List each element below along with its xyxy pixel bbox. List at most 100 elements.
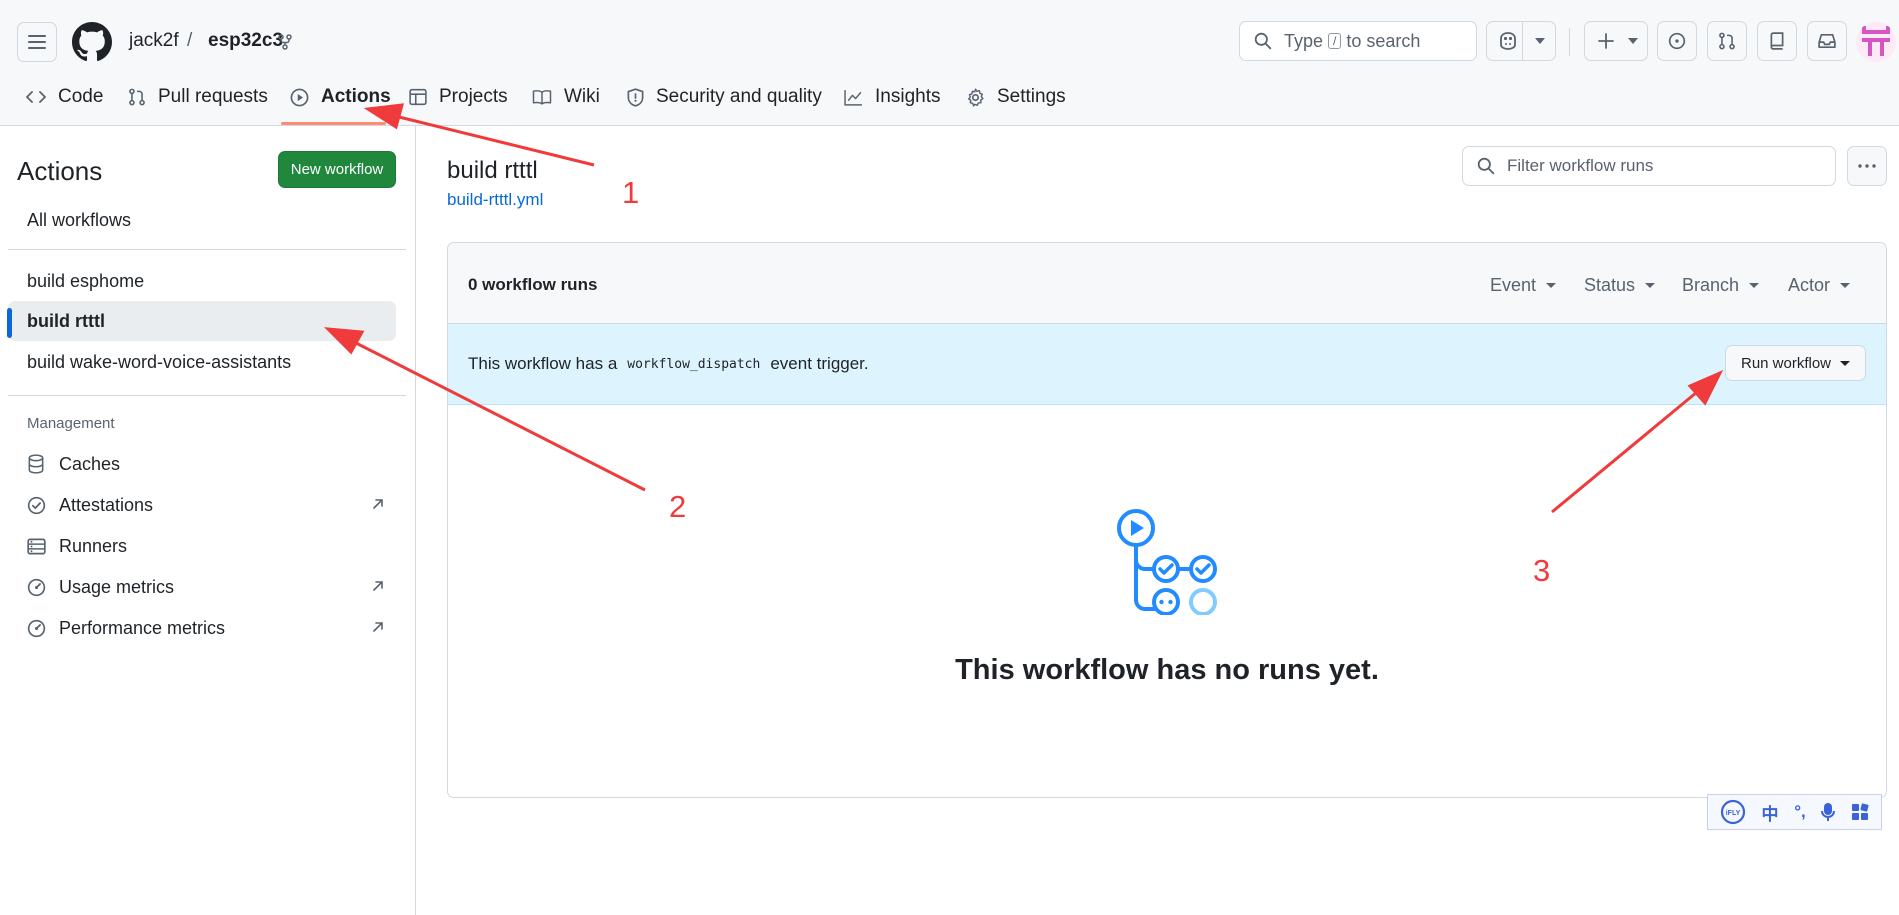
caret-down-icon	[1749, 283, 1760, 288]
tab-wiki[interactable]: Wiki	[532, 84, 600, 110]
dispatch-text-before: This workflow has a	[468, 354, 618, 373]
management-heading: Management	[27, 415, 115, 432]
more-options-button[interactable]	[1847, 146, 1887, 186]
sidebar-item-all-workflows[interactable]: All workflows	[8, 200, 396, 240]
sidebar-item-label: Attestations	[59, 494, 154, 515]
book-icon	[532, 89, 552, 105]
workflow-file-link[interactable]: build-rtttl.yml	[447, 190, 543, 210]
tab-code[interactable]: Code	[26, 84, 103, 110]
filter-label: Actor	[1788, 275, 1831, 295]
filter-label: Status	[1584, 275, 1636, 295]
sidebar-item-attestations[interactable]: Attestations	[8, 487, 396, 523]
filter-actor-dropdown[interactable]: Actor	[1788, 275, 1851, 296]
sidebar-item-usage-metrics[interactable]: Usage metrics	[8, 569, 396, 605]
server-icon	[27, 538, 46, 554]
runs-header: 0 workflow runs Event Status Branch Acto…	[448, 243, 1886, 324]
ime-punctuation-toggle[interactable]: °,	[1794, 802, 1806, 822]
new-workflow-button[interactable]: New workflow	[278, 151, 396, 188]
chevron-down-icon	[1628, 38, 1638, 44]
issues-button[interactable]	[1657, 21, 1697, 61]
gear-icon	[968, 87, 984, 107]
header-divider	[1569, 28, 1570, 56]
copilot-icon	[1500, 32, 1516, 50]
shield-icon	[627, 87, 644, 107]
sidebar-item-runners[interactable]: Runners	[8, 528, 396, 564]
caret-down-icon	[1840, 360, 1851, 366]
pull-requests-button[interactable]	[1707, 21, 1747, 61]
ifly-logo-icon[interactable]: iFLY	[1720, 799, 1746, 825]
tab-label: Insights	[875, 86, 941, 107]
filter-status-dropdown[interactable]: Status	[1584, 275, 1656, 296]
dispatch-event-code: workflow_dispatch	[627, 356, 761, 372]
breadcrumb-repo[interactable]: esp32c3	[208, 30, 283, 52]
tab-settings[interactable]: Settings	[966, 84, 1066, 110]
sidebar-divider	[8, 249, 406, 250]
filter-placeholder: Filter workflow runs	[1507, 156, 1654, 175]
breadcrumb-separator: /	[187, 30, 193, 51]
meter-icon	[27, 619, 46, 637]
sidebar-item-label: Performance metrics	[59, 617, 226, 638]
table-icon	[409, 88, 427, 106]
annotation-label-1: 1	[622, 175, 640, 210]
dispatch-text-after: event trigger.	[770, 354, 869, 373]
search-suffix: to search	[1346, 30, 1421, 51]
run-workflow-button[interactable]: Run workflow	[1725, 345, 1866, 381]
hamburger-icon	[28, 35, 46, 49]
create-new-button[interactable]	[1584, 21, 1648, 61]
filter-branch-dropdown[interactable]: Branch	[1682, 275, 1760, 296]
app-header: jack2f / esp32c3 Type / to search Code P…	[0, 0, 1899, 126]
apps-grid-icon[interactable]	[1851, 803, 1869, 821]
sidebar-item-build-esphome[interactable]: build esphome	[8, 261, 396, 301]
tab-projects[interactable]: Projects	[409, 84, 508, 110]
workflow-illustration-icon	[1117, 509, 1217, 615]
active-tab-indicator	[281, 122, 386, 125]
git-pull-request-icon	[1719, 32, 1735, 50]
dispatch-banner: This workflow has a workflow_dispatch ev…	[448, 324, 1886, 405]
filter-label: Branch	[1682, 275, 1740, 295]
breadcrumb-owner[interactable]: jack2f	[129, 30, 179, 52]
actions-sidebar: Actions New workflow All workflows build…	[0, 126, 416, 915]
sidebar-title: Actions	[17, 156, 103, 186]
search-icon	[1477, 157, 1495, 175]
copilot-button[interactable]	[1486, 21, 1556, 61]
tab-label: Pull requests	[158, 86, 268, 107]
sidebar-item-build-wake-word[interactable]: build wake-word-voice-assistants	[8, 342, 396, 382]
search-prefix: Type	[1284, 30, 1324, 51]
tab-security[interactable]: Security and quality	[627, 84, 822, 110]
menu-button[interactable]	[17, 22, 57, 62]
sidebar-item-label: Usage metrics	[59, 576, 175, 597]
tab-actions[interactable]: Actions	[290, 84, 391, 110]
filter-event-dropdown[interactable]: Event	[1490, 275, 1557, 296]
link-external-icon	[373, 622, 383, 632]
repositories-button[interactable]	[1757, 21, 1797, 61]
run-workflow-label: Run workflow	[1740, 354, 1832, 372]
sidebar-item-caches[interactable]: Caches	[8, 446, 396, 482]
tab-label: Actions	[321, 86, 391, 107]
caret-down-icon	[1840, 283, 1851, 288]
sidebar-item-build-rtttl[interactable]: build rtttl	[8, 301, 396, 341]
sidebar-divider	[8, 395, 406, 396]
filter-workflow-runs-input[interactable]: Filter workflow runs	[1462, 146, 1836, 186]
tab-label: Settings	[997, 86, 1066, 107]
ime-language-toggle[interactable]: 中	[1762, 800, 1779, 825]
github-logo-icon[interactable]	[72, 22, 112, 62]
issue-opened-icon	[1668, 32, 1686, 50]
sidebar-item-label: Runners	[59, 535, 128, 556]
sidebar-item-performance-metrics[interactable]: Performance metrics	[8, 610, 396, 646]
search-input[interactable]: Type / to search	[1239, 21, 1477, 61]
microphone-icon[interactable]	[1821, 802, 1836, 822]
caret-down-icon	[1645, 283, 1656, 288]
caret-down-icon	[1546, 283, 1557, 288]
database-icon	[28, 454, 44, 474]
search-icon	[1254, 32, 1272, 50]
avatar[interactable]	[1856, 22, 1896, 62]
tab-insights[interactable]: Insights	[844, 84, 940, 110]
chevron-down-icon	[1535, 38, 1545, 44]
inbox-icon	[1818, 33, 1836, 49]
tab-pull-requests[interactable]: Pull requests	[128, 84, 268, 110]
selected-item-indicator	[7, 308, 12, 338]
inbox-button[interactable]	[1807, 21, 1847, 61]
ime-toolbar: iFLY 中 °,	[1707, 794, 1882, 830]
repo-forked-icon	[278, 34, 292, 50]
repo-icon	[1770, 32, 1784, 50]
